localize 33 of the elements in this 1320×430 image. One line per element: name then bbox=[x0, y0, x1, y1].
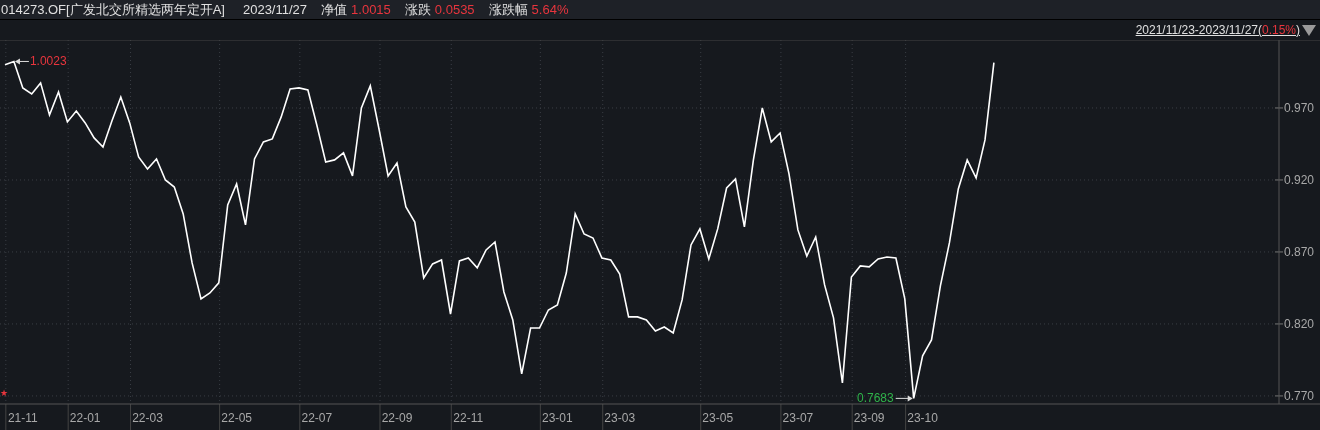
fund-title: 014273.OF[广发北交所精选两年定开A] bbox=[1, 0, 225, 19]
x-tick-label: 23-10 bbox=[907, 411, 938, 425]
x-tick-label: 23-01 bbox=[542, 411, 573, 425]
x-tick-label: 23-05 bbox=[702, 411, 734, 425]
x-tick-label: 23-09 bbox=[853, 411, 885, 425]
stat-label: 涨跌幅 bbox=[488, 0, 528, 19]
date: 2023/11/27 bbox=[242, 2, 308, 17]
stat-label: 涨跌 bbox=[404, 0, 431, 19]
x-tick-label: 22-05 bbox=[221, 411, 252, 425]
x-tick-label: 21-11 bbox=[7, 411, 38, 425]
max-value-label: 1.0023 bbox=[29, 54, 67, 69]
x-tick-label: 23-07 bbox=[782, 411, 814, 425]
x-tick-label: 22-03 bbox=[132, 411, 163, 425]
y-tick-label: 0.970 bbox=[1284, 100, 1315, 115]
y-tick-label: 0.870 bbox=[1284, 244, 1315, 259]
leader-arrow bbox=[14, 58, 30, 65]
y-tick-label: 0.820 bbox=[1284, 316, 1315, 331]
x-tick-label: 22-07 bbox=[301, 411, 333, 425]
stat-value: 0.0535 bbox=[434, 2, 475, 17]
star-marker: ★ bbox=[0, 388, 9, 398]
date-range-link[interactable]: 2021/11/23-2023/11/27(0.15%) bbox=[1135, 23, 1300, 37]
x-tick-label: 23-03 bbox=[604, 411, 636, 425]
x-tick-label: 22-09 bbox=[381, 411, 413, 425]
stat-value: 1.0015 bbox=[351, 2, 391, 17]
y-tick-label: 0.770 bbox=[1284, 388, 1315, 403]
dropdown-icon[interactable] bbox=[1302, 24, 1316, 36]
leader-arrow bbox=[895, 395, 913, 402]
min-value-label: 0.7683 bbox=[857, 391, 894, 406]
x-tick-label: 22-01 bbox=[69, 411, 101, 425]
stat-label: 净值 bbox=[321, 0, 348, 19]
stat-value: 5.64% bbox=[531, 2, 569, 17]
y-tick-label: 0.920 bbox=[1284, 172, 1315, 187]
x-tick-label: 22-11 bbox=[453, 411, 484, 425]
